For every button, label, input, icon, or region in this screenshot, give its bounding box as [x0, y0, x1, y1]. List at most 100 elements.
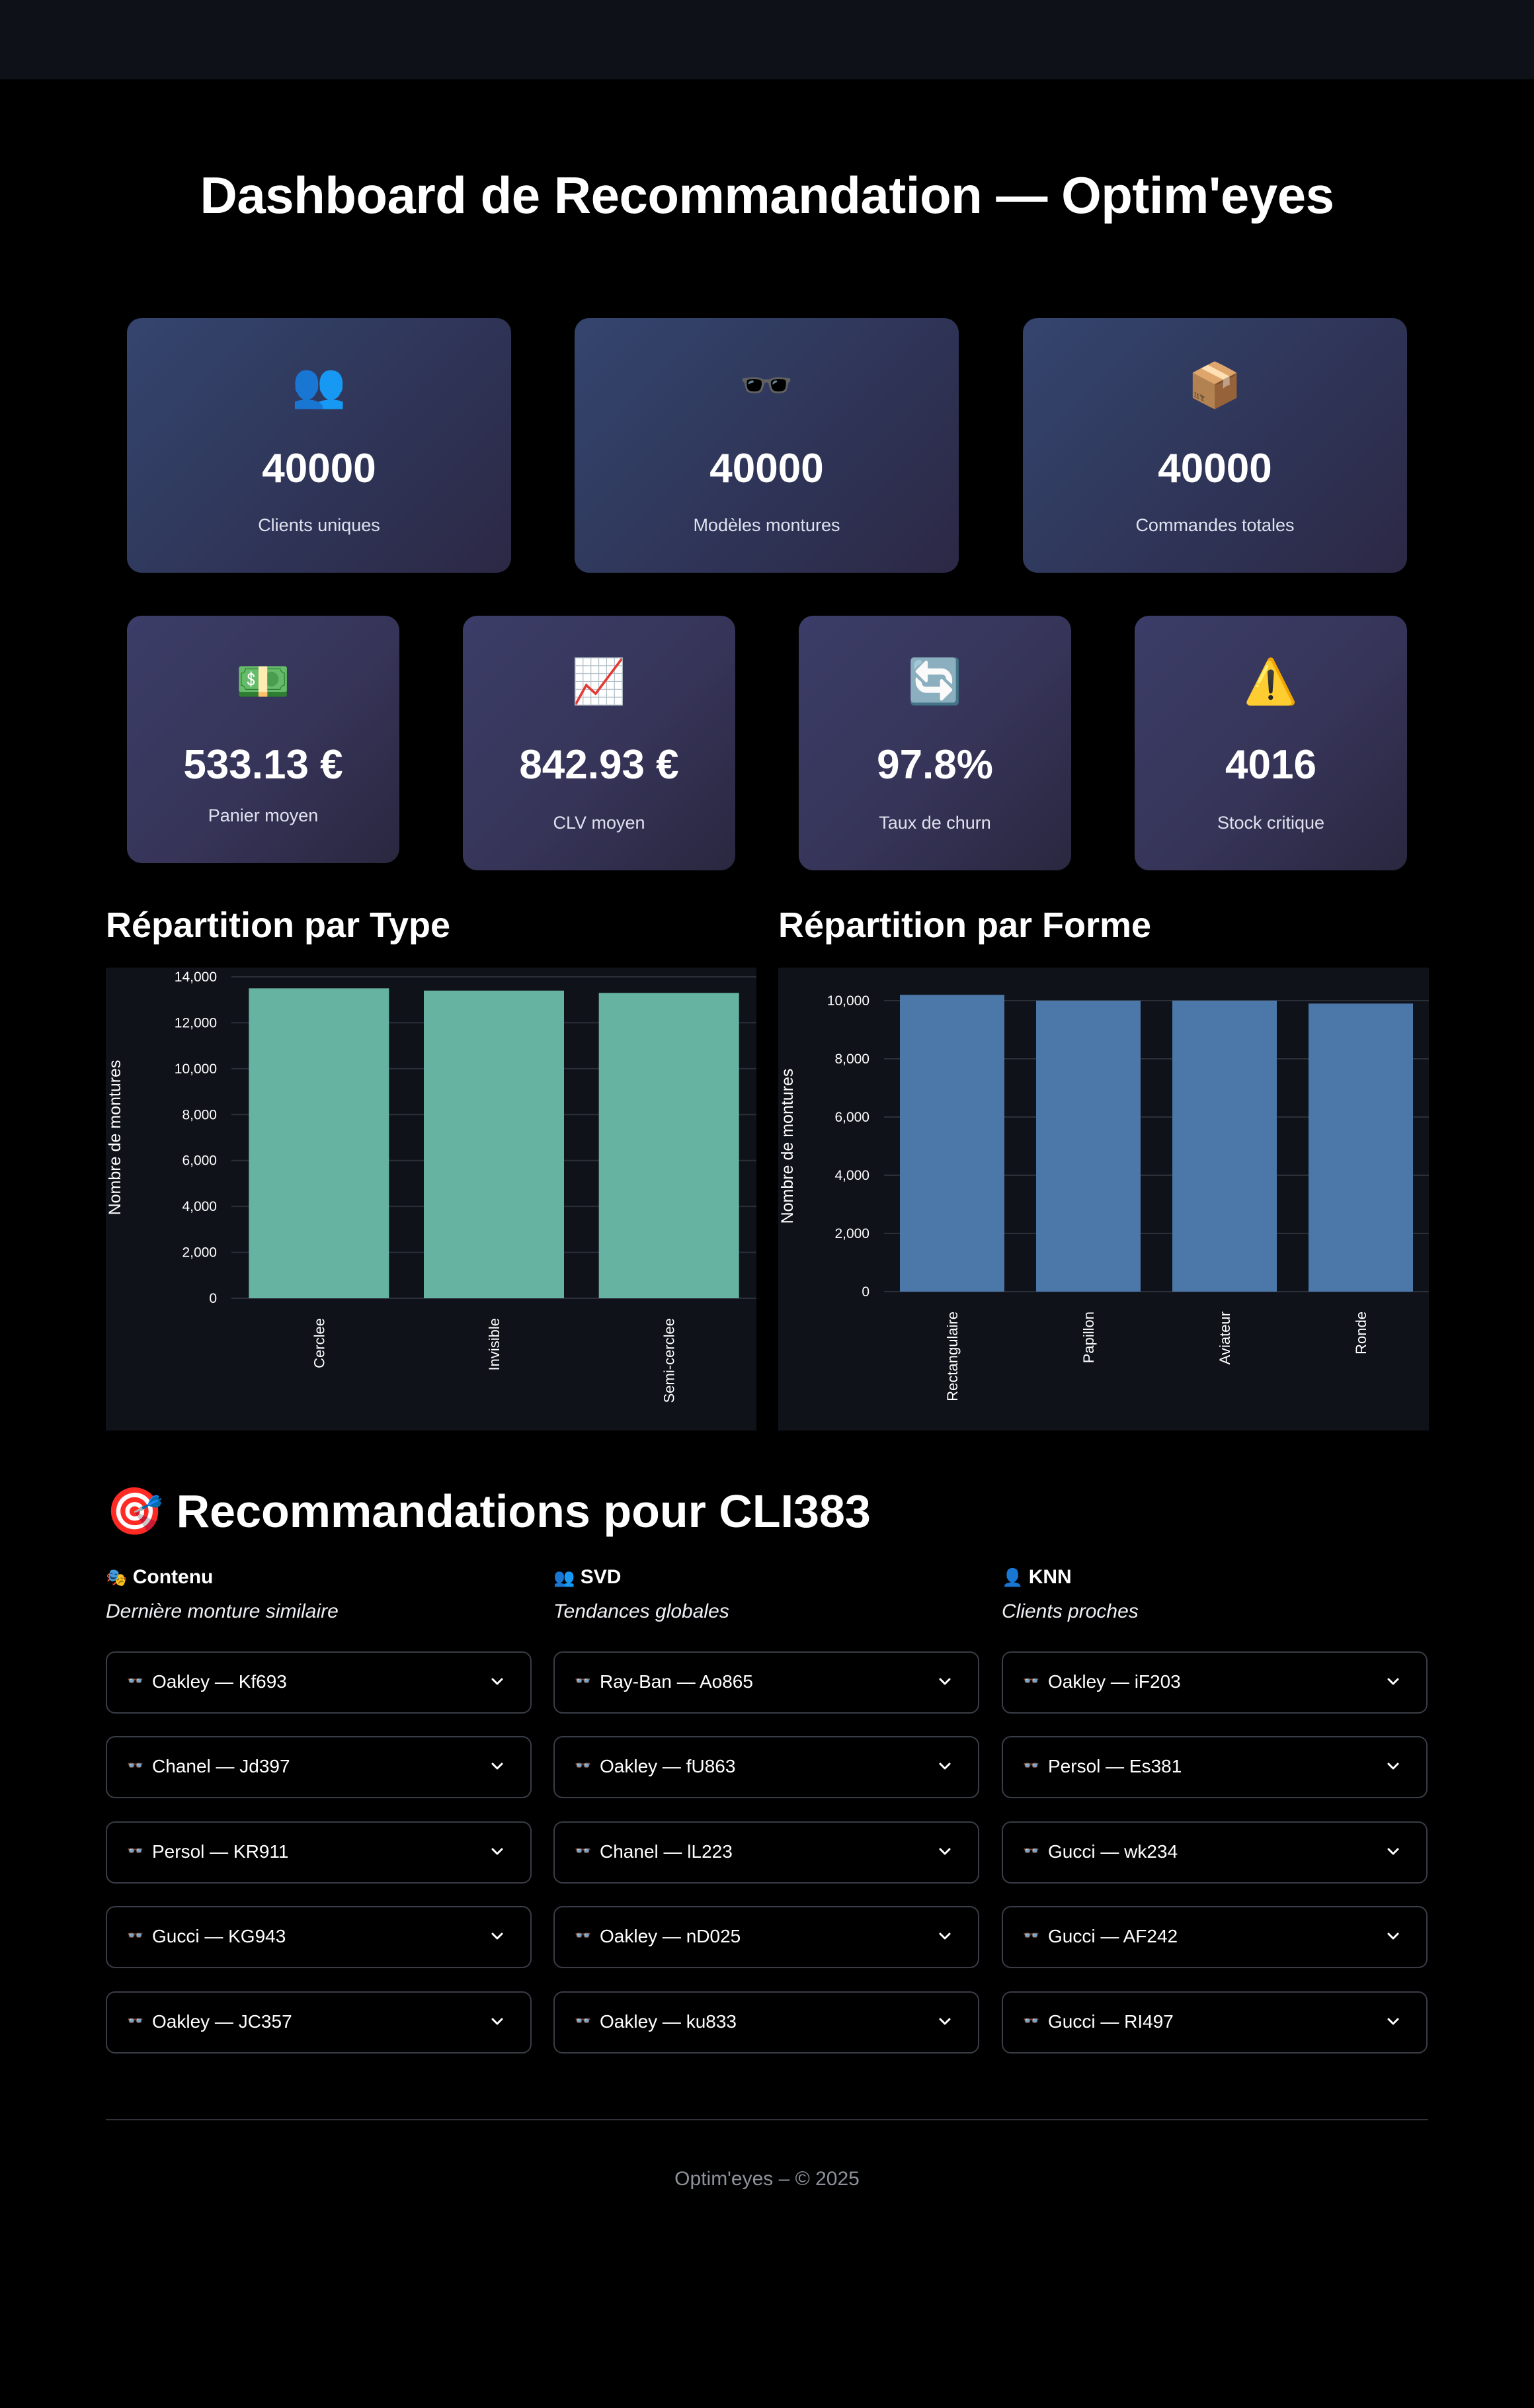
x-tick-label: Semi-cerclee	[661, 1318, 678, 1403]
bar[interactable]	[1172, 1001, 1277, 1292]
warning-icon: ⚠️	[1243, 657, 1299, 706]
kpi-card-commandes: 📦 40000 Commandes totales	[1023, 318, 1407, 573]
recommendation-expander[interactable]: 👓 Oakley — fU863	[553, 1736, 979, 1798]
recommendation-expander[interactable]: 👓 Oakley — ku833	[553, 1991, 979, 2054]
y-axis-label: Nombre de montures	[106, 1060, 124, 1216]
glasses-icon: 👓	[127, 1674, 143, 1688]
users-icon: 👥	[292, 360, 346, 409]
column-title: SVD	[580, 1566, 622, 1588]
glasses-icon: 👓	[1023, 1929, 1039, 1943]
refresh-icon: 🔄	[907, 657, 963, 706]
user-icon: 👤	[1002, 1567, 1024, 1587]
target-icon: 🎯	[106, 1485, 164, 1537]
recommendation-label: Oakley — Kf693	[152, 1671, 287, 1692]
x-tick-label: Cerclee	[311, 1318, 327, 1368]
recommendation-label: Chanel — lL223	[600, 1841, 733, 1862]
chevron-down-icon[interactable]	[1384, 1927, 1402, 1946]
recommendation-label: Persol — KR911	[152, 1841, 289, 1862]
bar[interactable]	[598, 993, 739, 1298]
recommendation-label: Oakley — iF203	[1048, 1671, 1181, 1692]
recommendation-label: Ray-Ban — Ao865	[600, 1671, 753, 1692]
chevron-down-icon[interactable]	[488, 1757, 506, 1776]
recommendation-expander[interactable]: 👓 Oakley — Kf693	[106, 1651, 532, 1714]
recommendation-expander[interactable]: 👓 Gucci — RI497	[1002, 1991, 1428, 2054]
footer-divider	[106, 2119, 1428, 2120]
kpi-label: Panier moyen	[208, 806, 319, 825]
glasses-icon: 👓	[575, 1674, 591, 1688]
recommendations-title: 🎯 Recommandations pour CLI383	[106, 1485, 871, 1539]
chevron-down-icon[interactable]	[488, 1843, 506, 1861]
chevron-down-icon[interactable]	[488, 1673, 506, 1691]
chevron-down-icon[interactable]	[488, 1927, 506, 1946]
column-subtitle: Dernière monture similaire	[106, 1600, 339, 1622]
recommendation-label: Oakley — fU863	[600, 1756, 736, 1776]
recommendation-expander[interactable]: 👓 Chanel — lL223	[553, 1821, 979, 1884]
bar-chart-forme: 0 2,000 4,000 6,000 8,000 10,000 Rectangulaire…	[778, 993, 1429, 1401]
recommendation-label: Gucci — RI497	[1048, 2011, 1174, 2032]
kpi-value: 533.13 €	[183, 742, 343, 788]
y-tick-label: 4,000	[834, 1168, 869, 1183]
recommendation-expander[interactable]: 👓 Persol — Es381	[1002, 1736, 1428, 1798]
recommendation-expander[interactable]: 👓 Gucci — AF242	[1002, 1906, 1428, 1968]
y-tick-label: 12,000	[175, 1015, 217, 1030]
recommendation-label: Chanel — Jd397	[152, 1756, 290, 1776]
bar[interactable]	[1309, 1003, 1413, 1292]
recommendation-expander[interactable]: 👓 Gucci — wk234	[1002, 1821, 1428, 1884]
kpi-value: 4016	[1225, 742, 1316, 788]
y-tick-label: 8,000	[182, 1107, 217, 1122]
chevron-down-icon[interactable]	[488, 2013, 506, 2031]
chevron-down-icon[interactable]	[1384, 1757, 1402, 1776]
chart-title-type: Répartition par Type	[106, 905, 451, 945]
column-head-contenu: 🎭 Contenu	[106, 1566, 213, 1589]
bar[interactable]	[1036, 1001, 1141, 1292]
bar[interactable]	[424, 990, 564, 1298]
recommendation-label: Oakley — JC357	[152, 2011, 292, 2032]
y-tick-label: 6,000	[834, 1110, 869, 1125]
recommendation-expander[interactable]: 👓 Chanel — Jd397	[106, 1736, 532, 1798]
glasses-icon: 👓	[127, 1844, 143, 1858]
bar[interactable]	[900, 995, 1004, 1292]
glasses-icon: 👓	[127, 2014, 143, 2028]
y-tick-label: 10,000	[827, 993, 869, 1009]
page-title: Dashboard de Recommandation — Optim'eyes	[200, 166, 1334, 224]
recommendation-expander[interactable]: 👓 Oakley — JC357	[106, 1991, 532, 2054]
kpi-label: Clients uniques	[258, 515, 380, 535]
masks-icon: 🎭	[106, 1567, 128, 1587]
kpi-label: Modèles montures	[693, 515, 840, 535]
glasses-icon: 👓	[575, 1759, 591, 1773]
y-tick-label: 2,000	[834, 1226, 869, 1241]
chevron-down-icon[interactable]	[936, 2013, 954, 2031]
chevron-down-icon[interactable]	[1384, 1673, 1402, 1691]
y-tick-label: 10,000	[175, 1061, 217, 1077]
bar[interactable]	[249, 988, 389, 1298]
recommendation-label: Gucci — AF242	[1048, 1926, 1178, 1946]
kpi-value: 842.93 €	[519, 742, 679, 788]
kpi-value: 40000	[262, 446, 376, 491]
chevron-down-icon[interactable]	[1384, 1843, 1402, 1861]
recommendation-expander[interactable]: 👓 Oakley — iF203	[1002, 1651, 1428, 1714]
kpi-card-clv: 📈 842.93 € CLV moyen	[463, 616, 735, 870]
kpi-card-modeles: 🕶️ 40000 Modèles montures	[575, 318, 959, 573]
glasses-icon: 👓	[1023, 1759, 1039, 1773]
money-icon: 💵	[235, 657, 291, 706]
glasses-icon: 👓	[1023, 2014, 1039, 2028]
chevron-down-icon[interactable]	[936, 1927, 954, 1946]
chevron-down-icon[interactable]	[936, 1843, 954, 1861]
column-title: Contenu	[132, 1566, 214, 1588]
chevron-down-icon[interactable]	[936, 1757, 954, 1776]
recommendation-label: Gucci — KG943	[152, 1926, 286, 1946]
kpi-label: Stock critique	[1217, 813, 1325, 833]
recommendation-expander[interactable]: 👓 Persol — KR911	[106, 1821, 532, 1884]
y-tick-label: 6,000	[182, 1153, 217, 1169]
sunglasses-icon: 🕶️	[739, 360, 794, 409]
recommendation-expander[interactable]: 👓 Gucci — KG943	[106, 1906, 532, 1968]
recommendation-expander[interactable]: 👓 Oakley — nD025	[553, 1906, 979, 1968]
kpi-label: CLV moyen	[553, 813, 645, 833]
column-head-svd: 👥 SVD	[553, 1566, 621, 1589]
kpi-card-panier: 💵 533.13 € Panier moyen	[127, 616, 399, 863]
chevron-down-icon[interactable]	[1384, 2013, 1402, 2031]
kpi-value: 40000	[709, 446, 824, 491]
recommendation-expander[interactable]: 👓 Ray-Ban — Ao865	[553, 1651, 979, 1714]
chevron-down-icon[interactable]	[936, 1673, 954, 1691]
column-head-knn: 👤 KNN	[1002, 1566, 1072, 1589]
